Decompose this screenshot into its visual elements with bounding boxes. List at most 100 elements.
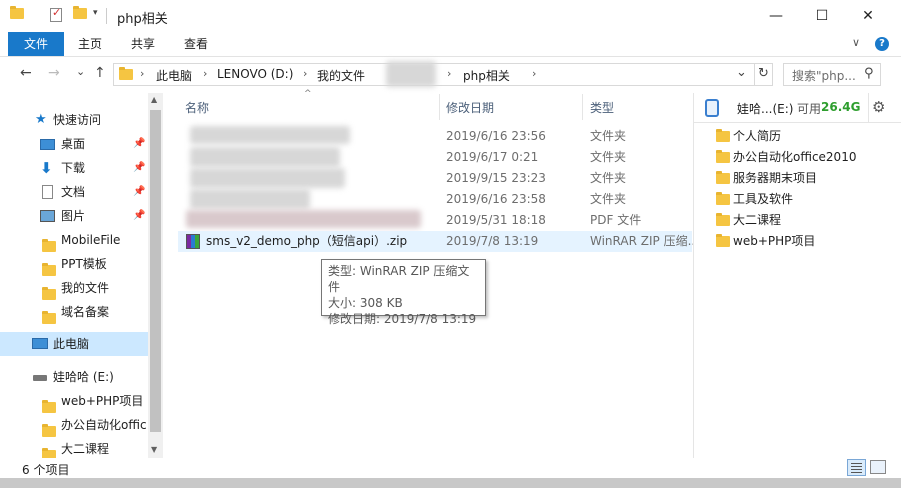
file-row[interactable]: 2019/6/16 23:56 文件夹 <box>178 126 692 147</box>
free-space-label: 可用 <box>797 102 822 116</box>
column-header-type[interactable]: 类型 <box>590 99 614 116</box>
navigation-pane: ★ 快速访问 桌面 📌 ⬇ 下载 📌 文档 📌 图片 📌 MobileFile … <box>0 93 148 461</box>
file-date: 2019/9/15 23:23 <box>446 171 546 185</box>
folder-icon <box>716 234 730 247</box>
document-icon <box>42 185 53 199</box>
tooltip-type: 类型: WinRAR ZIP 压缩文件 <box>328 264 470 294</box>
tab-home[interactable]: 主页 <box>70 32 110 56</box>
tab-view[interactable]: 查看 <box>176 32 216 56</box>
minimize-button[interactable]: — <box>753 0 799 32</box>
file-row[interactable]: 2019/9/15 23:23 文件夹 <box>178 168 692 189</box>
sidebar-item-this-pc[interactable]: 此电脑 <box>0 332 148 356</box>
scroll-down-icon[interactable]: ▼ <box>151 445 157 454</box>
header-divider <box>868 93 869 123</box>
sidebar-item-documents[interactable]: 文档 📌 <box>0 180 148 204</box>
folder-icon <box>42 236 56 252</box>
address-bar[interactable]: › 此电脑 › LENOVO (D:) › 我的文件 › php相关 › ⌄ ↻ <box>113 61 773 87</box>
large-icons-view-icon[interactable] <box>870 460 886 474</box>
recent-locations-button[interactable]: ⌄ <box>76 65 85 78</box>
column-header-name[interactable]: 名称 <box>185 99 209 116</box>
drive-name[interactable]: 娃哈...(E:) <box>737 100 793 117</box>
column-header-date[interactable]: 修改日期 <box>446 99 494 116</box>
sidebar-item-pictures[interactable]: 图片 📌 <box>0 204 148 228</box>
collapse-ribbon-icon[interactable]: ∨ <box>852 36 860 49</box>
sidebar-item-label: 图片 <box>61 209 86 223</box>
window-title: php相关 <box>117 12 168 27</box>
close-button[interactable]: ✕ <box>845 0 891 32</box>
file-row[interactable]: 2019/6/17 0:21 文件夹 <box>178 147 692 168</box>
tooltip-size: 大小: 308 KB <box>328 296 403 310</box>
breadcrumb-this-pc[interactable]: 此电脑 <box>156 67 192 84</box>
sidebar-item-mobilefile[interactable]: MobileFile <box>0 228 148 252</box>
file-type: WinRAR ZIP 压缩... <box>590 234 700 248</box>
free-space-value: 26.4G <box>821 100 861 114</box>
search-placeholder: 搜索"php... <box>792 69 856 83</box>
pin-icon[interactable]: 📌 <box>133 204 145 228</box>
folder-label: 办公自动化office2010 <box>733 150 857 164</box>
title-divider <box>106 8 107 24</box>
details-view-icon[interactable] <box>847 459 866 476</box>
folder-label: 工具及软件 <box>733 192 794 206</box>
breadcrumb-current[interactable]: php相关 <box>463 67 510 84</box>
sidebar-item-label: 桌面 <box>61 137 86 151</box>
address-dropdown-icon[interactable]: ⌄ <box>736 65 747 80</box>
redacted-file-name <box>190 126 350 144</box>
folder-label: 服务器期末项目 <box>733 171 818 185</box>
tab-file[interactable]: 文件 <box>8 32 64 56</box>
file-row[interactable]: 2019/5/31 18:18 PDF 文件 <box>178 210 692 231</box>
refresh-icon[interactable]: ↻ <box>758 66 769 81</box>
sidebar-item-downloads[interactable]: ⬇ 下载 📌 <box>0 156 148 180</box>
new-folder-icon[interactable] <box>73 6 87 19</box>
file-row[interactable]: 2019/6/16 23:58 文件夹 <box>178 189 692 210</box>
sidebar-item-domain-filing[interactable]: 域名备案 <box>0 300 148 324</box>
sidebar-item-label: 办公自动化offic <box>61 418 147 432</box>
file-row[interactable]: sms_v2_demo_php（短信api）.zip 2019/7/8 13:1… <box>178 231 699 252</box>
folder-icon <box>716 150 730 163</box>
help-icon[interactable]: ? <box>875 37 889 51</box>
sidebar-item-office-automation[interactable]: 办公自动化offic <box>0 413 148 437</box>
up-button[interactable]: ↑ <box>94 65 106 81</box>
sidebar-item-drive-e[interactable]: 娃哈哈 (E:) <box>0 365 148 389</box>
folder-icon <box>10 6 24 19</box>
sidebar-item-desktop[interactable]: 桌面 📌 <box>0 132 148 156</box>
address-divider <box>754 64 755 85</box>
redacted-file-name <box>190 189 310 209</box>
sidebar-item-ppt-templates[interactable]: PPT模板 <box>0 252 148 276</box>
sidebar-item-quick-access[interactable]: ★ 快速访问 <box>0 108 148 132</box>
tab-share[interactable]: 共享 <box>123 32 163 56</box>
back-button[interactable]: ← <box>20 65 32 81</box>
redacted-file-name <box>186 210 421 228</box>
search-input[interactable]: 搜索"php... ⚲ <box>783 63 881 86</box>
breadcrumb-my-files[interactable]: 我的文件 <box>317 67 365 84</box>
drive-icon <box>33 375 47 381</box>
sidebar-item-my-files[interactable]: 我的文件 <box>0 276 148 300</box>
gear-icon[interactable]: ⚙ <box>872 98 885 116</box>
pin-icon[interactable]: 📌 <box>133 156 145 180</box>
sidebar-item-web-php[interactable]: web+PHP项目 <box>0 389 148 413</box>
file-date: 2019/6/16 23:58 <box>446 192 546 206</box>
customize-quick-access-icon[interactable]: ▾ <box>93 8 98 18</box>
folder-label: web+PHP项目 <box>733 234 816 248</box>
download-icon: ⬇ <box>40 159 53 177</box>
scrollbar-thumb[interactable] <box>150 110 161 432</box>
sidebar-item-label: MobileFile <box>61 233 121 247</box>
folder-icon <box>716 171 730 184</box>
column-divider[interactable] <box>582 94 583 120</box>
maximize-button[interactable]: ☐ <box>799 0 845 32</box>
properties-icon[interactable] <box>50 6 62 22</box>
pin-icon[interactable]: 📌 <box>133 132 145 156</box>
file-name: sms_v2_demo_php（短信api）.zip <box>206 234 408 248</box>
forward-button[interactable]: → <box>48 65 60 81</box>
sidebar-item-label: 文档 <box>61 185 86 199</box>
folder-icon <box>119 67 133 83</box>
file-date: 2019/6/16 23:56 <box>446 129 546 143</box>
star-icon: ★ <box>35 112 47 127</box>
column-divider[interactable] <box>439 94 440 120</box>
breadcrumb-drive-d[interactable]: LENOVO (D:) <box>217 67 293 81</box>
folder-icon <box>42 284 56 300</box>
scroll-up-icon[interactable]: ▲ <box>151 95 157 104</box>
folder-icon <box>716 129 730 142</box>
pin-icon[interactable]: 📌 <box>133 180 145 204</box>
chevron-right-icon: › <box>203 67 208 80</box>
file-type: 文件夹 <box>590 150 627 164</box>
